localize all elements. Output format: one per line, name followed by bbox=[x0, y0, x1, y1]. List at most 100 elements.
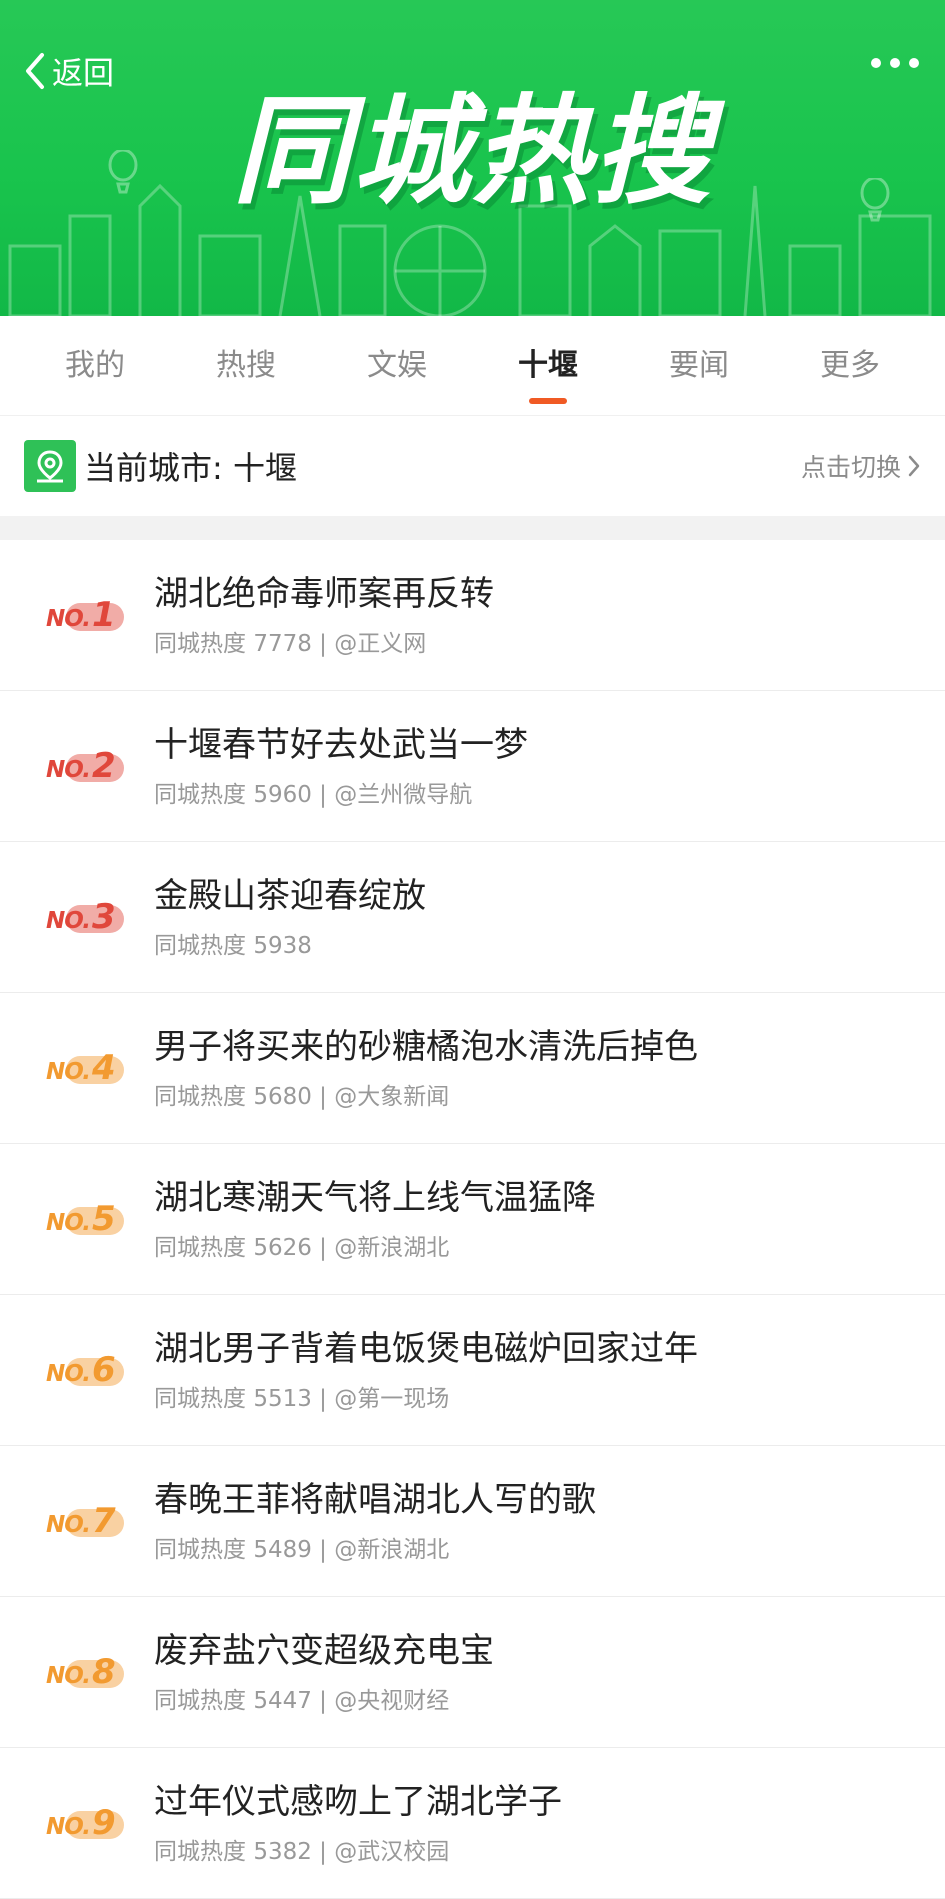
rank-prefix: NO. bbox=[46, 757, 91, 783]
heat-label: 同城热度 bbox=[154, 1537, 246, 1563]
chevron-left-icon bbox=[26, 52, 44, 89]
chevron-right-icon bbox=[908, 455, 920, 477]
item-meta: 同城热度 7778 | @正义网 bbox=[154, 624, 945, 658]
list-item[interactable]: NO.4 男子将买来的砂糖橘泡水清洗后掉色 同城热度 5680 | @大象新闻 bbox=[0, 993, 945, 1144]
list-item[interactable]: NO.2 十堰春节好去处武当一梦 同城热度 5960 | @兰州微导航 bbox=[0, 691, 945, 842]
tab-label: 十堰 bbox=[518, 347, 578, 383]
list-item[interactable]: NO.5 湖北寒潮天气将上线气温猛降 同城热度 5626 | @新浪湖北 bbox=[0, 1144, 945, 1295]
heat-value: 5626 bbox=[253, 1235, 312, 1261]
rank-badge: NO.1 bbox=[0, 595, 154, 635]
section-divider bbox=[0, 516, 945, 540]
list-item[interactable]: NO.1 湖北绝命毒师案再反转同城热度 7778 | @正义网 bbox=[0, 540, 945, 691]
tab-label: 更多 bbox=[820, 347, 880, 383]
heat-label: 同城热度 bbox=[154, 1084, 246, 1110]
heat-value: 5382 bbox=[253, 1839, 312, 1865]
rank-badge: NO.2 bbox=[0, 746, 154, 786]
rank-badge: NO.3 bbox=[0, 897, 154, 937]
heat-value: 5513 bbox=[253, 1386, 312, 1412]
rank-prefix: NO. bbox=[46, 1361, 91, 1387]
item-meta: 同城热度 5513 | @第一现场 bbox=[154, 1379, 945, 1413]
item-source: | @兰州微导航 bbox=[319, 782, 473, 808]
tab-2[interactable]: 文娱 bbox=[337, 316, 457, 416]
more-dot-icon bbox=[909, 58, 919, 68]
back-label: 返回 bbox=[52, 56, 114, 92]
heat-value: 5680 bbox=[253, 1084, 312, 1110]
tab-0[interactable]: 我的 bbox=[35, 316, 155, 416]
rank-badge: NO.7 bbox=[0, 1501, 154, 1541]
heat-value: 7778 bbox=[253, 631, 312, 657]
item-source: | @正义网 bbox=[319, 631, 427, 657]
rank-number: 9 bbox=[92, 1803, 116, 1843]
rank-number: 2 bbox=[92, 746, 116, 786]
rank-prefix: NO. bbox=[46, 1210, 91, 1236]
item-source: | @武汉校园 bbox=[319, 1839, 450, 1865]
current-city-label: 当前城市: 十堰 bbox=[84, 449, 297, 487]
current-city-bar: 当前城市: 十堰 点击切换 bbox=[0, 416, 945, 516]
tab-5[interactable]: 更多 bbox=[790, 316, 910, 416]
rank-number: 5 bbox=[92, 1199, 116, 1239]
more-dot-icon bbox=[871, 58, 881, 68]
item-title: 过年仪式感吻上了湖北学子 bbox=[154, 1782, 562, 1822]
item-title: 十堰春节好去处武当一梦 bbox=[154, 725, 528, 765]
rank-prefix: NO. bbox=[46, 908, 91, 934]
heat-label: 同城热度 bbox=[154, 1688, 246, 1714]
item-title: 湖北绝命毒师案再反转 bbox=[154, 574, 494, 614]
heat-value: 5447 bbox=[253, 1688, 312, 1714]
heat-label: 同城热度 bbox=[154, 631, 246, 657]
category-tabs: 我的 热搜 文娱 十堰 要闻 更多 bbox=[0, 316, 945, 416]
list-item[interactable]: NO.7 春晚王菲将献唱湖北人写的歌同城热度 5489 | @新浪湖北 bbox=[0, 1446, 945, 1597]
heat-value: 5489 bbox=[253, 1537, 312, 1563]
item-title: 男子将买来的砂糖橘泡水清洗后掉色 bbox=[154, 1027, 698, 1067]
tab-label: 我的 bbox=[65, 347, 125, 383]
back-button[interactable]: 返回 bbox=[24, 48, 114, 93]
rank-prefix: NO. bbox=[46, 1512, 91, 1538]
item-title: 春晚王菲将献唱湖北人写的歌 bbox=[154, 1480, 596, 1520]
heat-label: 同城热度 bbox=[154, 933, 246, 959]
item-title: 金殿山茶迎春绽放 bbox=[154, 876, 426, 916]
more-options-button[interactable] bbox=[871, 58, 919, 68]
item-meta: 同城热度 5960 | @兰州微导航 bbox=[154, 775, 945, 809]
rank-badge: NO.9 bbox=[0, 1803, 154, 1843]
heat-value: 5960 bbox=[253, 782, 312, 808]
item-meta: 同城热度 5680 | @大象新闻 bbox=[154, 1077, 945, 1111]
rank-badge: NO.8 bbox=[0, 1652, 154, 1692]
item-source: | @新浪湖北 bbox=[319, 1235, 450, 1261]
hot-search-list: NO.1 湖北绝命毒师案再反转 同城热度 7778 | @正义网 NO.2 十堰春节好去… bbox=[0, 540, 945, 1899]
rank-badge: NO.4 bbox=[0, 1048, 154, 1088]
rank-prefix: NO. bbox=[46, 1059, 91, 1085]
rank-number: 3 bbox=[92, 897, 116, 937]
rank-prefix: NO. bbox=[46, 606, 91, 632]
active-tab-indicator bbox=[529, 397, 567, 404]
rank-badge: NO.5 bbox=[0, 1199, 154, 1239]
item-source: | @第一现场 bbox=[319, 1386, 450, 1412]
list-item[interactable]: NO.8 废弃盐穴变超级充电宝同城热度 5447 | @央视财经 bbox=[0, 1597, 945, 1748]
item-source: | @央视财经 bbox=[319, 1688, 450, 1714]
item-title: 废弃盐穴变超级充电宝 bbox=[154, 1631, 494, 1671]
rank-prefix: NO. bbox=[46, 1814, 91, 1840]
switch-city-button[interactable]: 点击切换 bbox=[801, 448, 921, 484]
rank-badge: NO.6 bbox=[0, 1350, 154, 1390]
list-item[interactable]: NO.6 湖北男子背着电饭煲电磁炉回家过年 同城热度 5513 | @第一现场 bbox=[0, 1295, 945, 1446]
location-pin-icon bbox=[24, 440, 76, 492]
item-meta: 同城热度 5938 bbox=[154, 926, 945, 960]
tab-label: 热搜 bbox=[216, 347, 276, 383]
header-banner: 返回 同城热搜 bbox=[0, 0, 945, 316]
list-item[interactable]: NO.9 过年仪式感吻上了湖北学子 同城热度 5382 | @武汉校园 bbox=[0, 1748, 945, 1899]
tab-4[interactable]: 要闻 bbox=[639, 316, 759, 416]
tab-1[interactable]: 热搜 bbox=[186, 316, 306, 416]
item-title: 湖北寒潮天气将上线气温猛降 bbox=[154, 1178, 596, 1218]
heat-label: 同城热度 bbox=[154, 1386, 246, 1412]
rank-number: 8 bbox=[92, 1652, 116, 1692]
item-meta: 同城热度 5382 | @武汉校园 bbox=[154, 1832, 945, 1866]
more-dot-icon bbox=[890, 58, 900, 68]
heat-label: 同城热度 bbox=[154, 1235, 246, 1261]
rank-number: 4 bbox=[92, 1048, 116, 1088]
heat-value: 5938 bbox=[253, 933, 312, 959]
rank-number: 6 bbox=[92, 1350, 116, 1390]
tab-3[interactable]: 十堰 bbox=[488, 316, 608, 416]
tab-label: 要闻 bbox=[669, 347, 729, 383]
item-meta: 同城热度 5489 | @新浪湖北 bbox=[154, 1530, 945, 1564]
page-title: 同城热搜 bbox=[232, 82, 713, 220]
item-source: | @新浪湖北 bbox=[319, 1537, 450, 1563]
list-item[interactable]: NO.3 金殿山茶迎春绽放 同城热度 5938 bbox=[0, 842, 945, 993]
